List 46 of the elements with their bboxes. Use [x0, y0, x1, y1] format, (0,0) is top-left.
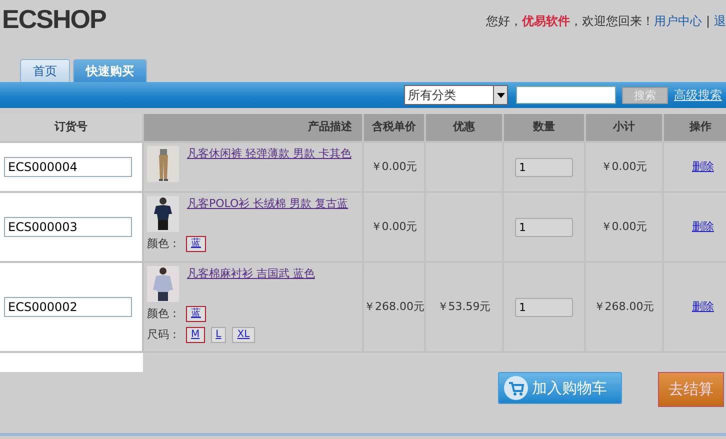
quantity-field[interactable]: 1 [515, 298, 573, 316]
nav-tab[interactable]: 首页 [20, 59, 70, 82]
user-name: 优易软件 [522, 14, 570, 28]
product-link[interactable]: 凡客POLO衫 长绒棉 男款 复古蓝 [187, 196, 348, 232]
logout-link[interactable]: 退 [714, 14, 726, 28]
option-label: 颜色： [147, 306, 180, 322]
cart-icon [504, 376, 528, 400]
column-header: 优惠 [453, 120, 475, 134]
quantity-field[interactable]: 1 [515, 158, 573, 176]
advanced-search-link[interactable]: 高级搜索 [674, 86, 722, 104]
separator-text: | [706, 14, 710, 28]
discount-text: ￥53.59元 [437, 300, 491, 313]
option-button[interactable]: XL [232, 326, 255, 343]
greeting-text: 您好， [486, 14, 522, 28]
category-dropdown[interactable]: 所有分类 [404, 85, 508, 105]
option-button[interactable]: 蓝 [186, 236, 206, 252]
column-header: 产品描述 [308, 120, 352, 134]
subtotal-text: ￥268.00元 [594, 300, 654, 313]
search-field[interactable] [516, 86, 616, 104]
subtotal-text: ￥0.00元 [600, 160, 648, 173]
column-header: 数量 [533, 120, 555, 134]
delete-link[interactable]: 删除 [692, 160, 714, 173]
welcome-text: ，欢迎您回来！ [570, 14, 654, 28]
price-text: ￥0.00元 [370, 220, 418, 233]
delete-link[interactable]: 删除 [692, 300, 714, 313]
column-header: 含税单价 [372, 120, 416, 134]
option-button[interactable]: L [210, 326, 226, 343]
subtotal-text: ￥0.00元 [600, 220, 648, 233]
price-text: ￥0.00元 [370, 160, 418, 173]
user-center-link[interactable]: 用户中心 [654, 14, 702, 28]
logo: ECSHOP [2, 6, 106, 34]
option-button[interactable]: M [186, 326, 205, 343]
caret-icon [496, 92, 504, 98]
option-button[interactable]: 蓝 [186, 306, 206, 322]
option-label: 尺码： [147, 326, 180, 342]
column-header: 订货号 [54, 120, 88, 134]
product-link[interactable]: 凡客棉麻衬衫 吉国武 蓝色 [187, 266, 315, 302]
order-number-field[interactable]: ECS000003 [4, 217, 132, 237]
column-header: 小计 [613, 120, 635, 134]
order-number-field[interactable]: ECS000002 [4, 297, 132, 317]
quantity-field[interactable]: 1 [515, 218, 573, 236]
order-number-field[interactable]: ECS000004 [4, 157, 132, 177]
column-header: 操作 [690, 120, 712, 134]
option-label: 颜色： [147, 236, 180, 252]
delete-link[interactable]: 删除 [692, 220, 714, 233]
price-text: ￥268.00元 [364, 300, 424, 313]
